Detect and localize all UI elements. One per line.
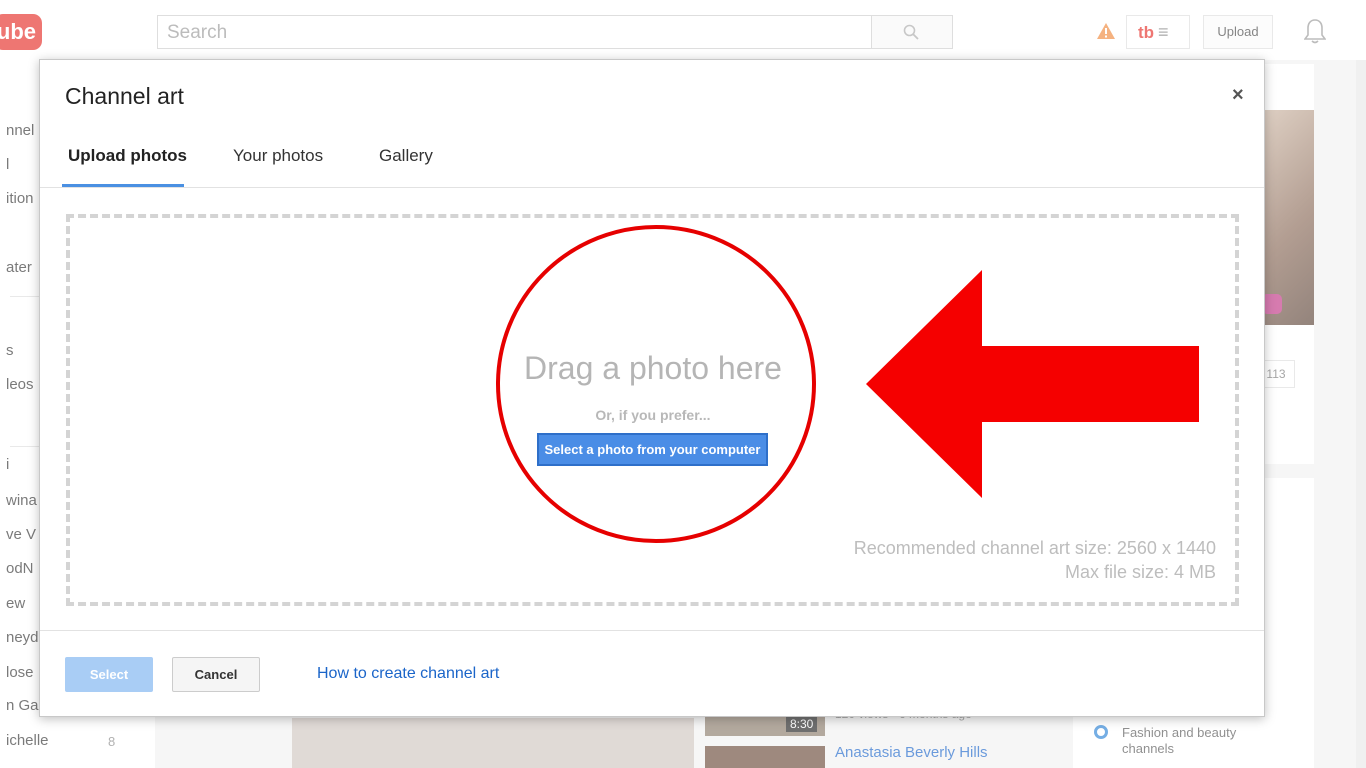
close-icon[interactable]: ×: [1232, 84, 1244, 107]
drag-photo-text: Drag a photo here: [524, 350, 782, 386]
tabs-divider: [40, 187, 1264, 188]
cancel-button[interactable]: Cancel: [172, 657, 260, 692]
dialog-title: Channel art: [65, 83, 184, 109]
prefer-text: Or, if you prefer...: [595, 407, 711, 423]
tab-gallery[interactable]: Gallery: [379, 146, 433, 166]
select-button[interactable]: Select: [65, 657, 153, 692]
recommended-size-text: Recommended channel art size: 2560 x 144…: [853, 538, 1216, 558]
channel-art-dialog: Channel art × Upload photos Your photos …: [39, 59, 1265, 717]
tab-upload-photos[interactable]: Upload photos: [68, 146, 187, 166]
size-requirements: Recommended channel art size: 2560 x 144…: [740, 536, 1216, 584]
tab-your-photos[interactable]: Your photos: [233, 146, 323, 166]
help-link[interactable]: How to create channel art: [317, 665, 499, 683]
max-file-size-text: Max file size: 4 MB: [1064, 562, 1216, 582]
select-photo-button[interactable]: Select a photo from your computer: [537, 433, 768, 466]
footer-divider: [40, 630, 1264, 631]
